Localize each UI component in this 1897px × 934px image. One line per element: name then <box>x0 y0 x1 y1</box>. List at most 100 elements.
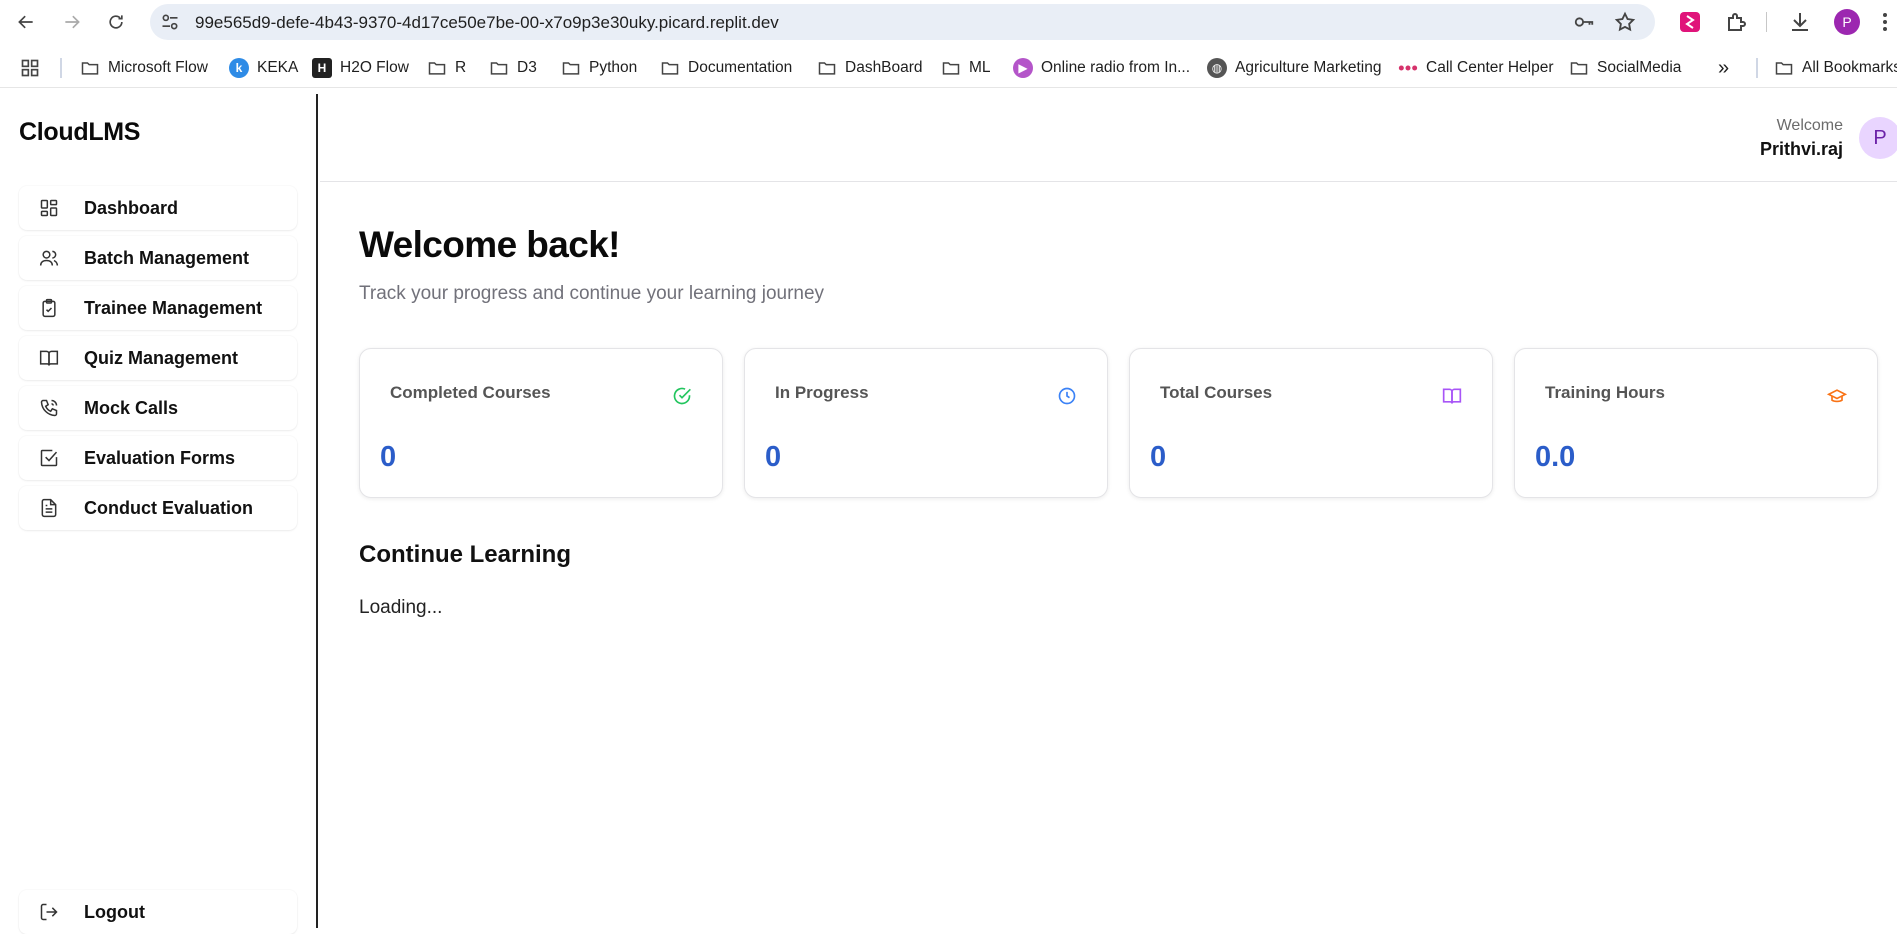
toolbar-divider <box>1766 12 1767 32</box>
bookmark-label: All Bookmarks <box>1802 59 1897 76</box>
main-content: Welcome back! Track your progress and co… <box>320 183 1897 928</box>
sidebar-item-batch-management[interactable]: Batch Management <box>19 236 297 280</box>
bookmark-online-radio[interactable]: ▶ Online radio from In... <box>1013 56 1190 80</box>
checkbox-icon <box>40 449 58 467</box>
bookmark-microsoft-flow[interactable]: Microsoft Flow <box>80 56 208 80</box>
stat-label: Total Courses <box>1160 383 1273 402</box>
bookmark-keka[interactable]: k KEKA <box>229 56 298 80</box>
sidebar-item-label: Dashboard <box>84 197 179 218</box>
bookmarks-divider <box>1756 58 1758 78</box>
check-circle-icon <box>673 387 691 405</box>
url-text[interactable]: 99e565d9-defe-4b43-9370-4d17ce50e7be-00-… <box>195 13 779 33</box>
sidebar-item-label: Quiz Management <box>84 347 239 368</box>
graduation-cap-icon <box>1827 389 1847 403</box>
bookmark-call-center-helper[interactable]: Call Center Helper <box>1398 56 1554 80</box>
bookmark-python[interactable]: Python <box>561 56 637 80</box>
apps-grid-icon[interactable] <box>20 56 48 80</box>
folder-icon <box>661 62 679 75</box>
profile-avatar[interactable]: P <box>1834 9 1860 35</box>
app-header: Welcome Prithvi.raj P <box>320 94 1897 182</box>
sidebar-item-evaluation-forms[interactable]: Evaluation Forms <box>19 436 297 480</box>
stat-value: 0 <box>380 441 397 473</box>
logout-button[interactable]: Logout <box>19 890 297 934</box>
bookmarks-overflow-button[interactable]: » <box>1718 56 1729 80</box>
bookmark-label: ML <box>969 59 991 76</box>
address-bar[interactable]: 99e565d9-defe-4b43-9370-4d17ce50e7be-00-… <box>150 4 1655 40</box>
globe-icon: ◍ <box>1207 58 1227 78</box>
bookmark-agriculture-marketing[interactable]: ◍ Agriculture Marketing <box>1207 56 1381 80</box>
bookmark-socialmedia[interactable]: SocialMedia <box>1569 56 1681 80</box>
page-subtitle: Track your progress and continue your le… <box>359 283 825 304</box>
bookmarks-divider <box>60 58 62 78</box>
bookmark-label: Microsoft Flow <box>108 59 208 76</box>
bookmark-label: DashBoard <box>845 59 923 76</box>
extension-icon[interactable] <box>1678 10 1702 34</box>
welcome-label: Welcome <box>1776 117 1843 134</box>
folder-icon <box>942 62 960 75</box>
bookmark-ml[interactable]: ML <box>941 56 991 80</box>
bookmark-label: Call Center Helper <box>1426 59 1554 76</box>
bookmark-documentation[interactable]: Documentation <box>660 56 792 80</box>
bookmark-d3[interactable]: D3 <box>489 56 537 80</box>
bookmark-r[interactable]: R <box>427 56 466 80</box>
sidebar-item-conduct-evaluation[interactable]: Conduct Evaluation <box>19 486 297 530</box>
bookmark-all-bookmarks[interactable]: All Bookmarks <box>1774 56 1897 80</box>
bookmarks-bar: Microsoft Flow k KEKA H H2O Flow R D3 Py… <box>0 48 1897 88</box>
site-settings-icon[interactable] <box>160 12 180 32</box>
clipboard-check-icon <box>42 298 56 318</box>
loading-text: Loading... <box>359 597 443 618</box>
reload-icon[interactable] <box>102 8 130 36</box>
password-key-icon[interactable] <box>1573 11 1595 33</box>
stat-card-in-progress: In Progress 0 <box>744 348 1108 498</box>
bookmark-label: H2O Flow <box>340 59 409 76</box>
sidebar-item-quiz-management[interactable]: Quiz Management <box>19 336 297 380</box>
folder-icon <box>562 62 580 75</box>
sidebar-item-dashboard[interactable]: Dashboard <box>19 186 297 230</box>
stat-value: 0 <box>1150 441 1167 473</box>
sidebar-item-label: Conduct Evaluation <box>84 497 254 518</box>
keka-icon: k <box>229 58 249 78</box>
avatar[interactable]: P <box>1859 117 1897 159</box>
bookmark-dashboard[interactable]: DashBoard <box>817 56 923 80</box>
folder-icon <box>490 62 508 75</box>
kebab-menu-icon[interactable] <box>1880 10 1890 34</box>
stat-card-completed-courses: Completed Courses 0 <box>359 348 723 498</box>
bookmark-label: Agriculture Marketing <box>1235 59 1382 76</box>
stat-label: Completed Courses <box>390 383 551 402</box>
browser-toolbar: 99e565d9-defe-4b43-9370-4d17ce50e7be-00-… <box>0 0 1897 44</box>
download-icon[interactable] <box>1788 10 1812 34</box>
book-open-icon <box>39 350 59 366</box>
sidebar-item-label: Trainee Management <box>84 297 263 318</box>
folder-icon <box>818 62 836 75</box>
bookmark-label: Python <box>589 59 638 76</box>
bookmark-label: D3 <box>517 59 537 76</box>
username: Prithvi.raj <box>1759 139 1843 159</box>
folder-icon <box>1570 62 1588 75</box>
brand-logo[interactable]: CloudLMS <box>19 118 140 147</box>
back-icon[interactable] <box>12 8 40 36</box>
bookmark-h2o-flow[interactable]: H H2O Flow <box>312 56 409 80</box>
stat-label: Training Hours <box>1545 383 1665 402</box>
bookmark-label: Documentation <box>688 59 793 76</box>
sidebar-item-trainee-management[interactable]: Trainee Management <box>19 286 297 330</box>
clock-icon <box>1058 387 1076 405</box>
radio-icon: ▶ <box>1013 58 1033 78</box>
bookmark-label: SocialMedia <box>1597 59 1682 76</box>
h2o-icon: H <box>312 58 332 78</box>
puzzle-icon[interactable] <box>1724 10 1748 34</box>
stat-card-training-hours: Training Hours 0.0 <box>1514 348 1878 498</box>
logout-icon <box>40 903 58 921</box>
bookmark-label: R <box>455 59 467 76</box>
book-icon <box>1442 388 1462 404</box>
bookmark-label: KEKA <box>257 59 299 76</box>
bookmark-label: Online radio from In... <box>1041 59 1191 76</box>
users-icon <box>39 250 59 266</box>
sidebar-item-label: Batch Management <box>84 247 250 268</box>
sidebar: CloudLMS Dashboard Batch Management Trai… <box>0 94 318 934</box>
page-title: Welcome back! <box>359 224 621 265</box>
sidebar-item-label: Evaluation Forms <box>84 447 236 468</box>
bookmark-star-icon[interactable] <box>1614 11 1636 33</box>
sidebar-item-label: Mock Calls <box>84 397 179 418</box>
sidebar-item-mock-calls[interactable]: Mock Calls <box>19 386 297 430</box>
forward-icon[interactable] <box>58 8 86 36</box>
